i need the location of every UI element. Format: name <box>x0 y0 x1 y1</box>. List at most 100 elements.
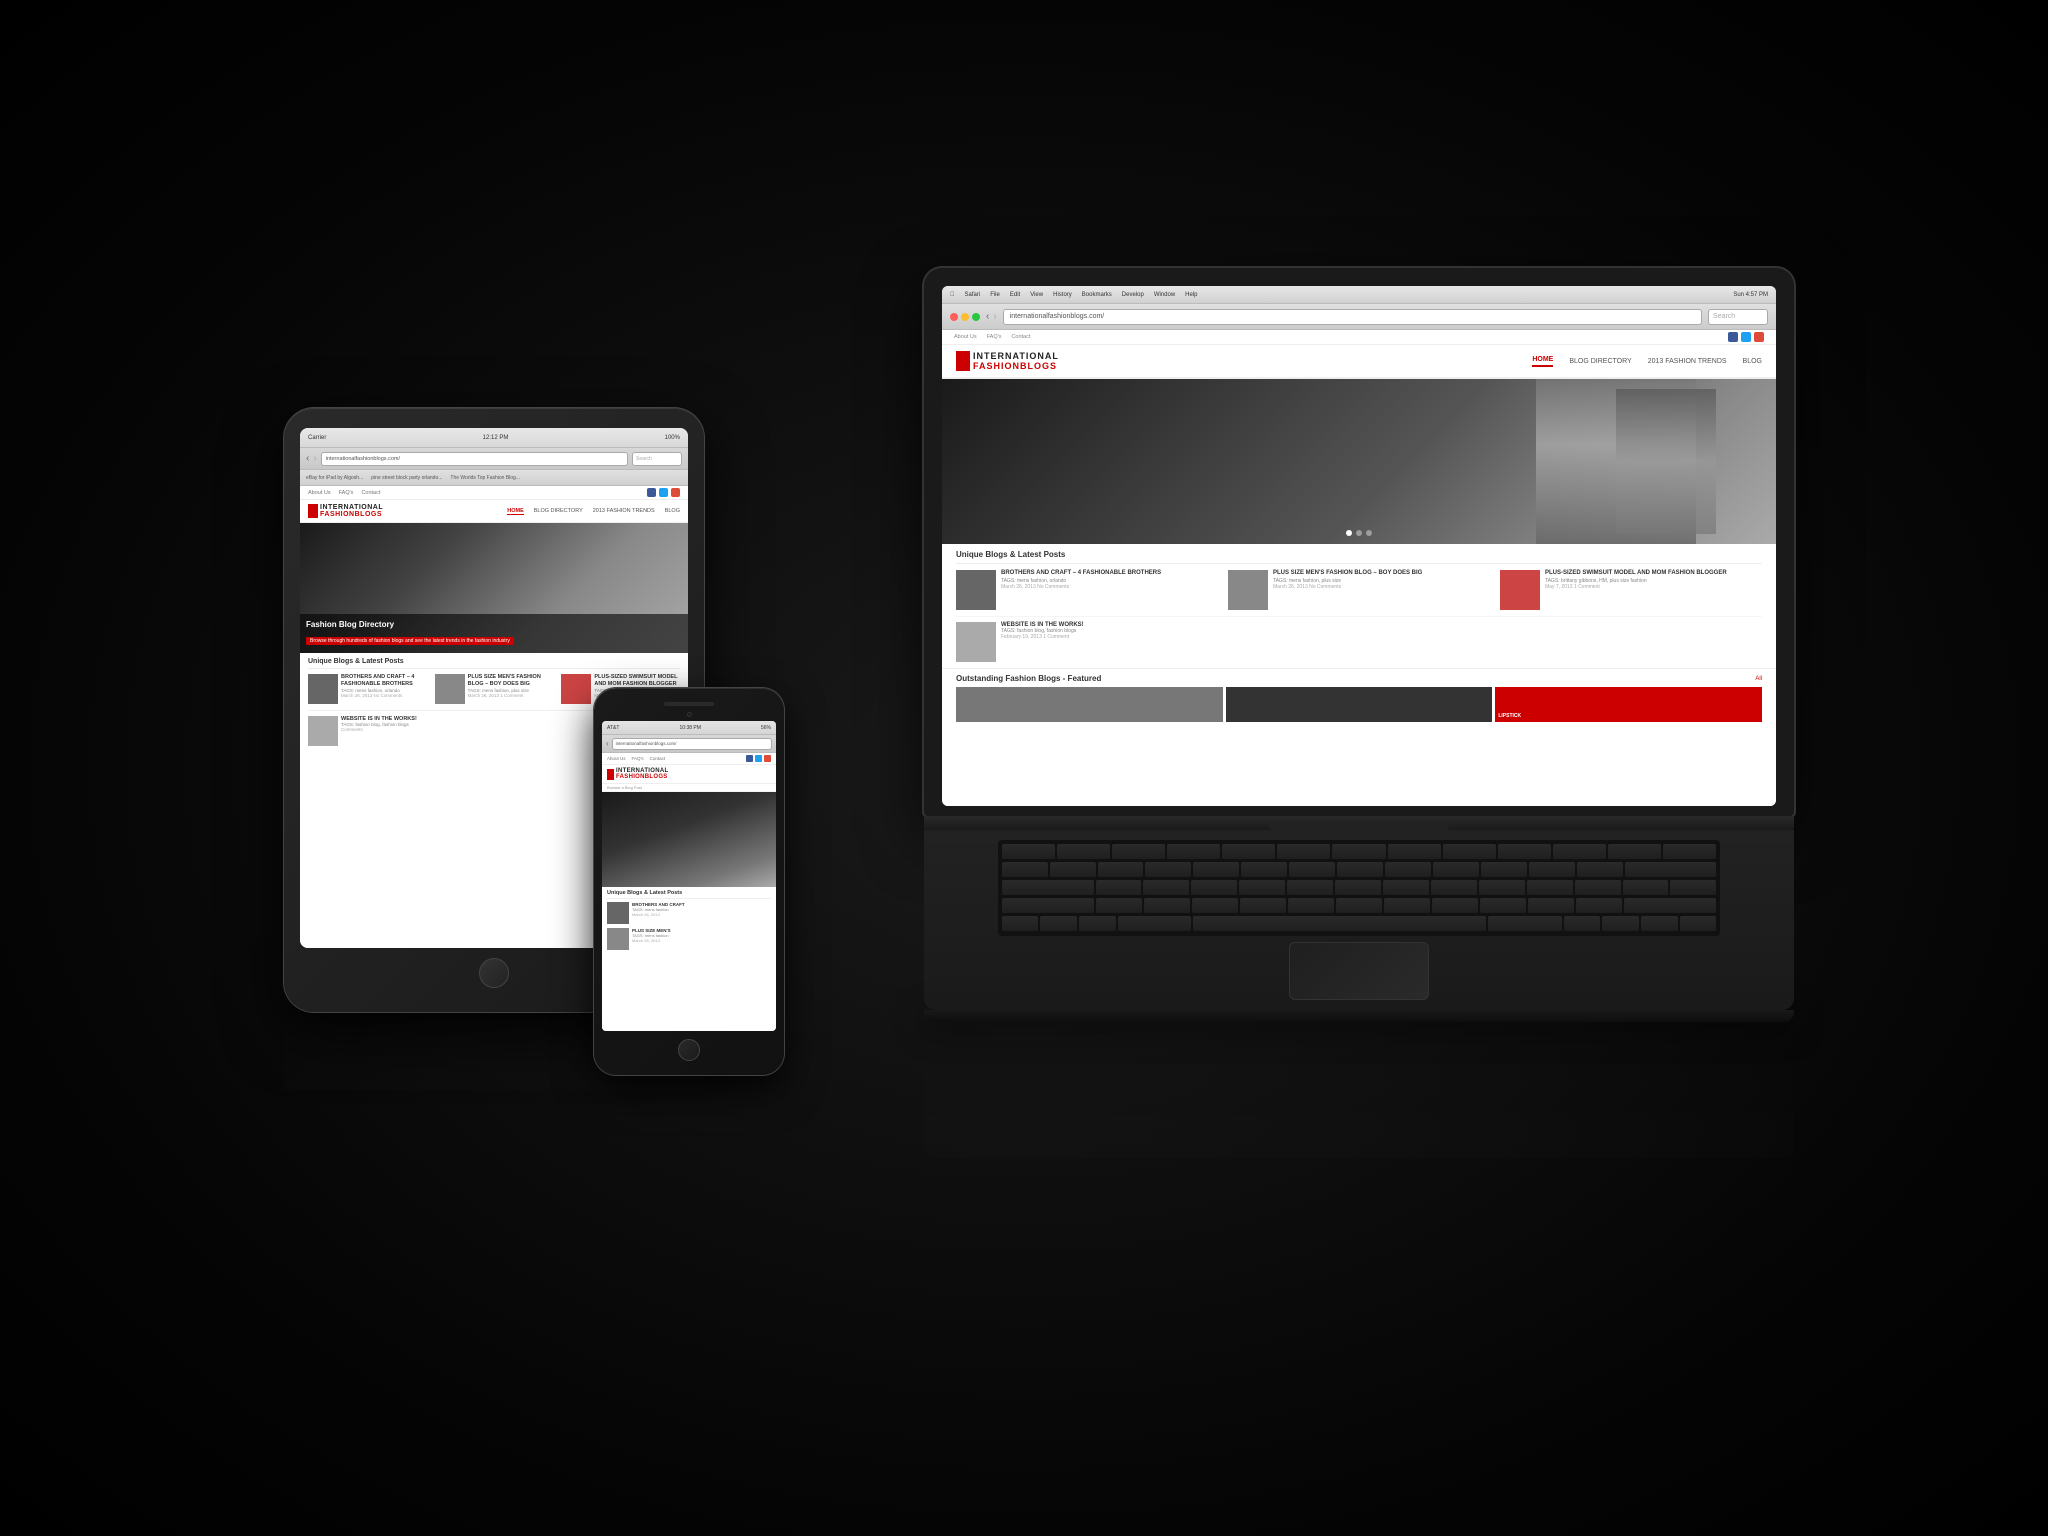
laptop-browser:  Safari File Edit View History Bookmark… <box>942 286 1776 806</box>
key-backslash <box>1670 880 1716 896</box>
key-7 <box>1337 862 1383 878</box>
slider-dots <box>1346 530 1372 536</box>
ipad-contact-link[interactable]: Contact <box>361 490 380 496</box>
nav-fashion-trends[interactable]: 2013 FASHION TRENDS <box>1648 358 1727 365</box>
laptop-hero-slider <box>942 379 1776 544</box>
ipad-time: 12:12 PM <box>483 435 509 441</box>
iphone-about-link[interactable]: About Us <box>607 756 626 761</box>
iphone-section-title: Unique Blogs & Latest Posts <box>607 890 771 899</box>
safari-menu-item[interactable]: Safari <box>965 292 981 298</box>
ipad-faq-link[interactable]: FAQ's <box>339 490 354 496</box>
post-title-2[interactable]: PLUS SIZE MEN'S FASHION BLOG – BOY DOES … <box>1273 570 1422 578</box>
maximize-button[interactable] <box>972 313 980 321</box>
laptop-about-link[interactable]: About Us <box>954 334 977 340</box>
devices-stage:  Safari File Edit View History Bookmark… <box>224 168 1824 1368</box>
url-bar[interactable]: internationalfashionblogs.com/ <box>1003 309 1702 325</box>
key-fn <box>1002 916 1039 932</box>
iphone-contact-link[interactable]: Contact <box>650 756 666 761</box>
ipad-post-title-3[interactable]: PLUS-SIZED SWIMSUIT MODEL AND MOM FASHIO… <box>594 674 680 688</box>
edit-menu-item[interactable]: Edit <box>1010 292 1020 298</box>
view-menu-item[interactable]: View <box>1030 292 1043 298</box>
keyboard-keys <box>998 840 1721 936</box>
iphone-battery: 56% <box>761 725 771 731</box>
forward-arrow-icon[interactable]: › <box>993 311 996 322</box>
ipad-url-bar[interactable]: internationalfashionblogs.com/ <box>321 452 628 466</box>
iphone-posts-list: BROTHERS AND CRAFT TAGS: mens fashion Ma… <box>607 902 771 950</box>
iphone-post-info-2: PLUS SIZE MEN'S TAGS: mens fashion March… <box>632 928 671 950</box>
nav-home[interactable]: HOME <box>1532 356 1553 367</box>
ipad-hero-overlay: Fashion Blog Directory Browse through hu… <box>300 614 688 653</box>
ipad-nav-trends[interactable]: 2013 FASHION TRENDS <box>593 508 655 515</box>
ipad-forward-arrow[interactable]: › <box>313 453 316 464</box>
post-title-3[interactable]: PLUS-SIZED SWIMSUIT MODEL AND MOM FASHIO… <box>1545 570 1727 578</box>
key-semicolon <box>1528 898 1574 914</box>
key-r <box>1239 880 1285 896</box>
ipad-search-bar[interactable]: Search <box>632 452 682 466</box>
bookmarks-menu-item[interactable]: Bookmarks <box>1082 292 1112 298</box>
iphone-back-icon[interactable]: ‹ <box>606 739 609 748</box>
laptop-contact-link[interactable]: Contact <box>1011 334 1030 340</box>
ipad-nav-directory[interactable]: BLOG DIRECTORY <box>534 508 583 515</box>
iphone-body: AT&T 10:38 PM 56% ‹ internationalfashion… <box>594 688 784 1075</box>
dot-3[interactable] <box>1366 530 1372 536</box>
key-f1 <box>1057 844 1110 860</box>
minimize-button[interactable] <box>961 313 969 321</box>
iphone-home-button[interactable] <box>678 1039 700 1061</box>
file-menu-item[interactable]: File <box>990 292 1000 298</box>
ipad-nav-home[interactable]: HOME <box>507 508 524 515</box>
bookmark-3[interactable]: The Worlds Top Fashion Blog... <box>450 475 520 481</box>
ipad-gplus-icon[interactable] <box>671 488 680 497</box>
google-plus-icon[interactable] <box>1754 332 1764 342</box>
all-link[interactable]: All <box>1755 676 1762 682</box>
ipad-logo-line2: FASHIONBLOGS <box>320 511 383 518</box>
post-date-3: May 7, 2013 1 Comment <box>1545 584 1727 590</box>
ipad-twitter-icon[interactable] <box>659 488 668 497</box>
key-option <box>1079 916 1116 932</box>
logo-icon <box>956 351 970 371</box>
iphone-gplus-icon[interactable] <box>764 755 771 762</box>
develop-menu-item[interactable]: Develop <box>1122 292 1144 298</box>
ipad-about-link[interactable]: About Us <box>308 490 331 496</box>
nav-blog[interactable]: BLOG <box>1743 358 1762 365</box>
nav-blog-directory[interactable]: BLOG DIRECTORY <box>1569 358 1631 365</box>
key-arrow-u <box>1602 916 1639 932</box>
iphone-subtext: Browse a Blog Post <box>602 784 776 792</box>
ipad-nav-blog[interactable]: BLOG <box>665 508 680 515</box>
back-arrow-icon[interactable]: ‹ <box>986 311 989 322</box>
ipad-post-1: BROTHERS AND CRAFT – 4 FASHIONABLE BROTH… <box>308 674 427 704</box>
post-title-1[interactable]: BROTHERS AND CRAFT – 4 FASHIONABLE BROTH… <box>1001 570 1161 578</box>
key-f9 <box>1498 844 1551 860</box>
history-menu-item[interactable]: History <box>1053 292 1072 298</box>
iphone-url-bar[interactable]: internationalfashionblogs.com/ <box>612 738 772 750</box>
ipad-post-title-2[interactable]: PLUS SIZE MEN'S FASHION BLOG – BOY DOES … <box>468 674 554 688</box>
bookmark-2[interactable]: pine street block party orlando... <box>371 475 442 481</box>
key-bracket-r <box>1623 880 1669 896</box>
laptop-faq-link[interactable]: FAQ's <box>987 334 1002 340</box>
help-menu-item[interactable]: Help <box>1185 292 1197 298</box>
ipad-facebook-icon[interactable] <box>647 488 656 497</box>
search-bar[interactable]: Search <box>1708 309 1768 325</box>
iphone-facebook-icon[interactable] <box>746 755 753 762</box>
ipad-post-thumb-4 <box>308 716 338 746</box>
key-d <box>1192 898 1238 914</box>
close-button[interactable] <box>950 313 958 321</box>
key-f11 <box>1608 844 1661 860</box>
ipad-home-button[interactable] <box>479 958 509 988</box>
twitter-icon[interactable] <box>1741 332 1751 342</box>
dot-1[interactable] <box>1346 530 1352 536</box>
facebook-icon[interactable] <box>1728 332 1738 342</box>
bookmark-1[interactable]: eBay for iPad by Algosh... <box>306 475 363 481</box>
ipad-url-text: internationalfashionblogs.com/ <box>326 456 400 462</box>
ipad-post-title-1[interactable]: BROTHERS AND CRAFT – 4 FASHIONABLE BROTH… <box>341 674 427 688</box>
iphone-logo-area: INTERNATIONAL FASHIONBLOGS <box>602 765 776 784</box>
dot-2[interactable] <box>1356 530 1362 536</box>
key-l <box>1480 898 1526 914</box>
iphone-faq-link[interactable]: FAQ's <box>632 756 644 761</box>
window-menu-item[interactable]: Window <box>1154 292 1175 298</box>
ipad-post-thumb-2 <box>435 674 465 704</box>
key-esc <box>1002 844 1055 860</box>
iphone-twitter-icon[interactable] <box>755 755 762 762</box>
ipad-back-arrow[interactable]: ‹ <box>306 453 309 464</box>
trackpad[interactable] <box>1289 942 1429 1000</box>
post-date-1: March 26, 2013 No Comments <box>1001 584 1161 590</box>
